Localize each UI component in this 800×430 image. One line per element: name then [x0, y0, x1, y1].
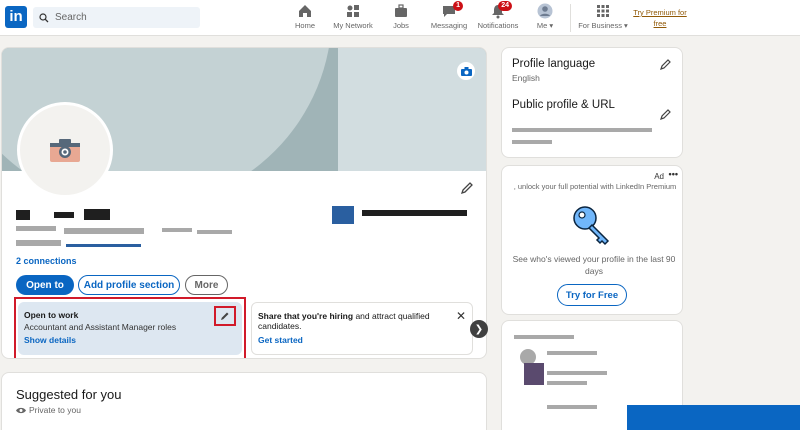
top-nav: in Home My Network Jobs 1 Messaging 24 N…	[0, 0, 800, 36]
grid-icon	[597, 5, 609, 17]
hiring-text-bold: Share that you're hiring	[258, 311, 354, 321]
add-profile-section-button[interactable]: Add profile section	[78, 275, 180, 295]
ad-headline: , unlock your full potential with Linked…	[513, 182, 677, 191]
network-icon	[347, 5, 359, 17]
profile-settings-card: Profile language English Public profile …	[501, 47, 683, 158]
edit-public-profile-pencil-icon[interactable]	[660, 108, 672, 120]
redacted-name	[84, 209, 110, 220]
redacted-headline	[197, 230, 232, 234]
briefcase-icon	[395, 4, 407, 17]
nav-home[interactable]: Home	[293, 3, 317, 33]
messaging-bar[interactable]	[627, 405, 800, 430]
nav-for-business[interactable]: For Business ▾	[578, 3, 628, 33]
suggested-title: Suggested for you	[16, 387, 122, 402]
nav-me-label: Me ▾	[536, 21, 554, 30]
get-started-link[interactable]: Get started	[258, 335, 466, 345]
camera-icon	[50, 139, 80, 162]
show-details-link[interactable]: Show details	[24, 335, 236, 345]
try-premium-link[interactable]: Try Premium for free	[630, 7, 690, 29]
redacted-person	[547, 405, 597, 409]
redacted-headline	[16, 226, 56, 231]
redacted-person	[547, 381, 587, 385]
camera-icon	[460, 66, 472, 76]
avatar-icon	[537, 3, 553, 19]
profile-card: 2 connections Open to Add profile sectio…	[1, 47, 487, 359]
redacted-company-name	[362, 210, 467, 216]
public-profile-title: Public profile & URL	[512, 99, 615, 111]
connections-link[interactable]: 2 connections	[16, 256, 77, 266]
nav-messaging[interactable]: 1 Messaging	[430, 1, 468, 33]
edit-cover-button[interactable]	[457, 62, 475, 80]
redacted-person	[547, 371, 607, 375]
profile-language-value: English	[512, 73, 540, 83]
nav-jobs-label: Jobs	[393, 21, 409, 30]
nav-divider	[570, 4, 571, 32]
ad-label: Ad	[654, 172, 664, 181]
redacted-profile-url	[512, 128, 652, 132]
nav-my-network[interactable]: My Network	[332, 3, 374, 33]
redacted-contact-info	[66, 244, 141, 247]
profile-language-title: Profile language	[512, 58, 596, 70]
more-options-icon[interactable]: •••	[669, 169, 678, 179]
premium-ad-card: Ad ••• , unlock your full potential with…	[501, 165, 683, 315]
ad-text: See who's viewed your profile in the las…	[512, 254, 676, 276]
search-input[interactable]	[55, 12, 185, 23]
key-icon	[573, 206, 610, 246]
edit-language-pencil-icon[interactable]	[660, 58, 672, 70]
open-to-work-roles: Accountant and Assistant Manager roles	[24, 322, 177, 332]
nav-me[interactable]: Me ▾	[534, 3, 556, 33]
profile-photo[interactable]	[17, 102, 113, 198]
nav-my-network-label: My Network	[333, 21, 373, 30]
nav-home-label: Home	[294, 21, 315, 30]
nav-notifications[interactable]: 24 Notifications	[476, 1, 520, 33]
edit-open-to-work-button[interactable]	[214, 306, 236, 326]
pencil-icon	[221, 312, 229, 320]
edit-intro-pencil-icon[interactable]	[460, 181, 474, 195]
nav-notifications-label: Notifications	[477, 21, 519, 30]
redacted-person	[514, 335, 574, 339]
linkedin-logo[interactable]: in	[5, 6, 27, 28]
try-for-free-button[interactable]: Try for Free	[557, 284, 627, 306]
redacted-headline	[64, 228, 144, 234]
redacted-name	[16, 210, 30, 220]
redacted-name	[54, 212, 74, 218]
close-icon[interactable]: ✕	[456, 309, 466, 323]
search-box[interactable]	[33, 7, 200, 28]
notifications-badge: 24	[498, 1, 512, 11]
redacted-person	[547, 351, 597, 355]
hiring-text: Share that you're hiring and attract qua…	[258, 311, 443, 331]
nav-messaging-label: Messaging	[430, 21, 468, 30]
open-to-work-title: Open to work	[24, 310, 79, 320]
nav-jobs[interactable]: Jobs	[389, 3, 413, 33]
search-icon	[39, 12, 49, 22]
suggested-subtitle: Private to you	[29, 405, 81, 415]
messaging-badge: 1	[453, 1, 463, 11]
eye-icon	[16, 407, 26, 413]
suggested-card: Suggested for you Private to you	[1, 372, 487, 430]
redacted-profile-url	[512, 140, 552, 144]
open-to-work-card[interactable]: Open to work Accountant and Assistant Ma…	[18, 302, 242, 355]
open-to-button[interactable]: Open to	[16, 275, 74, 295]
chevron-right-icon[interactable]: ❯	[470, 320, 488, 338]
redacted-person-photo	[524, 363, 544, 385]
nav-for-business-label: For Business ▾	[578, 21, 628, 30]
more-button[interactable]: More	[185, 275, 228, 295]
hiring-card[interactable]: Share that you're hiring and attract qua…	[251, 302, 473, 355]
redacted-company-logo	[332, 206, 354, 224]
redacted-location	[16, 240, 61, 246]
home-icon	[299, 5, 311, 17]
redacted-headline	[162, 228, 192, 232]
